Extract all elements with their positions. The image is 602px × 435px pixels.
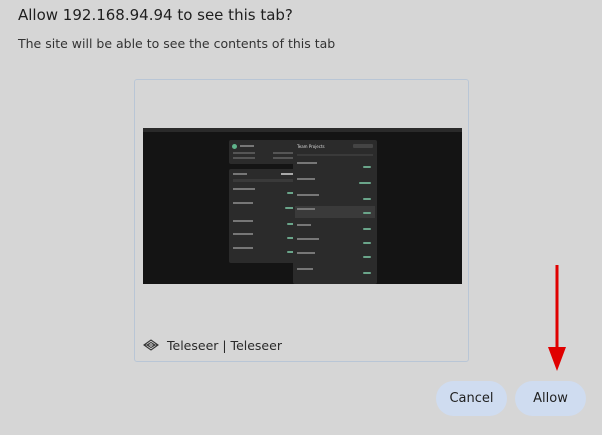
teleseer-logo-icon — [143, 339, 159, 351]
annotation-arrow-icon — [548, 265, 566, 371]
thumbnail-topbar — [143, 128, 462, 132]
thumbnail-list-panel — [229, 169, 299, 263]
tab-share-dialog: Allow 192.168.94.94 to see this tab? The… — [0, 0, 602, 435]
allow-button[interactable]: Allow — [515, 381, 586, 416]
tab-preview-card[interactable]: Team Projects Teleseer | Teleseer — [134, 79, 469, 362]
tab-thumbnail: Team Projects — [143, 128, 462, 284]
dialog-title: Allow 192.168.94.94 to see this tab? — [18, 6, 293, 24]
cancel-button[interactable]: Cancel — [436, 381, 507, 416]
thumbnail-heading: Team Projects — [297, 144, 325, 149]
tab-title: Teleseer | Teleseer — [167, 337, 282, 353]
tab-preview-footer: Teleseer | Teleseer — [143, 336, 282, 354]
thumbnail-user-panel — [229, 140, 299, 164]
thumbnail-projects-panel: Team Projects — [293, 140, 377, 284]
dialog-subtitle: The site will be able to see the content… — [18, 36, 336, 51]
